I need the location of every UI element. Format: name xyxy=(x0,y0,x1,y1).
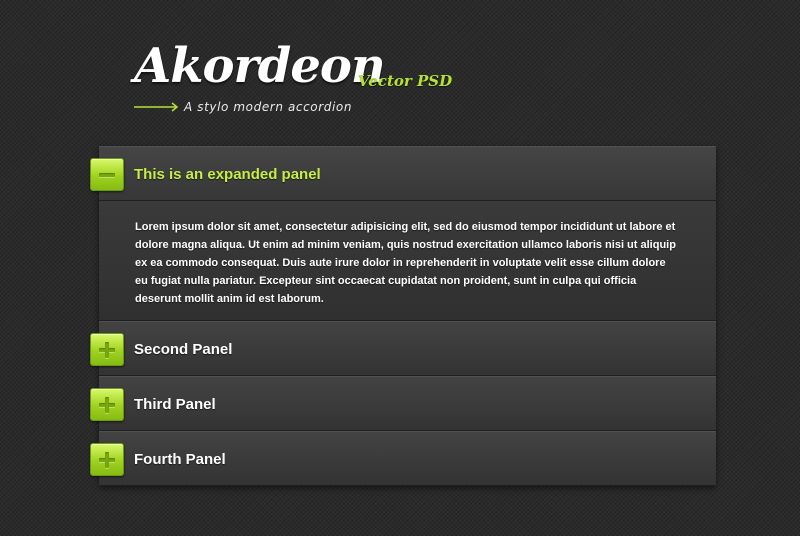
panel-title: This is an expanded panel xyxy=(134,166,321,183)
accordion: This is an expanded panel Lorem ipsum do… xyxy=(90,146,716,486)
panel-title: Third Panel xyxy=(134,396,216,413)
minus-icon[interactable] xyxy=(90,158,124,191)
panel-content-text: Lorem ipsum dolor sit amet, consectetur … xyxy=(135,221,676,305)
brand-header: Akordeon Vector PSD A stylo modern accor… xyxy=(134,38,534,118)
panel-content: Lorem ipsum dolor sit amet, consectetur … xyxy=(99,201,716,321)
tagline: A stylo modern accordion xyxy=(184,100,353,114)
panel-header-fourth[interactable]: Fourth Panel xyxy=(90,431,716,486)
plus-icon[interactable] xyxy=(90,443,124,476)
arrow-right-icon xyxy=(134,102,179,112)
panel-title: Fourth Panel xyxy=(134,451,226,468)
panel-title: Second Panel xyxy=(134,341,233,358)
vector-psd-badge: Vector PSD xyxy=(358,72,453,90)
plus-icon[interactable] xyxy=(90,333,124,366)
panel-header-third[interactable]: Third Panel xyxy=(90,376,716,431)
plus-icon[interactable] xyxy=(90,388,124,421)
panel-header-expanded[interactable]: This is an expanded panel xyxy=(90,146,716,201)
panel-header-second[interactable]: Second Panel xyxy=(90,321,716,376)
app-title: Akordeon xyxy=(134,38,386,94)
